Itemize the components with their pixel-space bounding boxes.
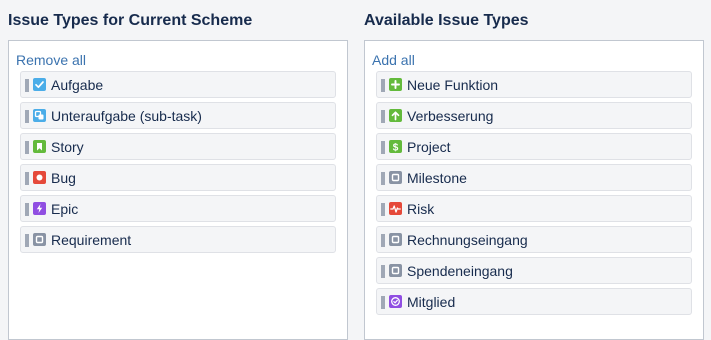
drag-handle-icon[interactable] — [25, 110, 29, 123]
available-types-list: Add all Neue Funktion Verbesserung $ Projec… — [364, 40, 704, 340]
issue-type-label: Requirement — [51, 232, 132, 248]
issue-type-item[interactable]: Spendeneingang — [376, 257, 692, 284]
issue-type-label: Rechnungseingang — [407, 232, 528, 248]
available-types-title: Available Issue Types — [364, 12, 529, 29]
improvement-arrow-up-icon — [389, 109, 402, 122]
issue-type-item[interactable]: Verbesserung — [376, 102, 692, 129]
risk-pulse-icon — [389, 202, 402, 215]
drag-handle-icon[interactable] — [381, 234, 385, 247]
current-scheme-list: Remove all Aufgabe Unteraufgabe (sub-task… — [8, 40, 348, 340]
drag-handle-icon[interactable] — [381, 79, 385, 92]
epic-lightning-icon — [33, 202, 46, 215]
generic-issue-icon — [389, 233, 402, 246]
new-feature-plus-icon — [389, 78, 402, 91]
story-bookmark-icon — [33, 140, 46, 153]
drag-handle-icon[interactable] — [25, 234, 29, 247]
issue-type-item[interactable]: Neue Funktion — [376, 71, 692, 98]
issue-type-item[interactable]: Milestone — [376, 164, 692, 191]
svg-text:$: $ — [393, 142, 399, 153]
issue-type-item[interactable]: Requirement — [20, 226, 336, 253]
issue-type-item[interactable]: Story — [20, 133, 336, 160]
current-scheme-title: Issue Types for Current Scheme — [8, 12, 253, 29]
drag-handle-icon[interactable] — [25, 172, 29, 185]
bug-icon — [33, 171, 46, 184]
issue-type-label: Unteraufgabe (sub-task) — [51, 108, 202, 124]
drag-handle-icon[interactable] — [381, 141, 385, 154]
add-all-link[interactable]: Add all — [372, 52, 415, 68]
issue-type-label: Bug — [51, 170, 76, 186]
project-dollar-icon: $ — [389, 140, 402, 153]
drag-handle-icon[interactable] — [25, 79, 29, 92]
issue-type-label: Spendeneingang — [407, 263, 513, 279]
issue-type-label: Verbesserung — [407, 108, 494, 124]
issue-type-item[interactable]: Rechnungseingang — [376, 226, 692, 253]
drag-handle-icon[interactable] — [25, 141, 29, 154]
issue-type-label: Mitglied — [407, 294, 456, 310]
issue-type-item[interactable]: Aufgabe — [20, 71, 336, 98]
drag-handle-icon[interactable] — [381, 203, 385, 216]
generic-issue-icon — [33, 233, 46, 246]
drag-handle-icon[interactable] — [381, 110, 385, 123]
issue-type-label: Neue Funktion — [407, 77, 499, 93]
issue-type-label: Story — [51, 139, 84, 155]
issue-type-label: Epic — [51, 201, 79, 217]
issue-type-label: Milestone — [407, 170, 467, 186]
issue-type-item[interactable]: $ Project — [376, 133, 692, 160]
issue-type-label: Risk — [407, 201, 435, 217]
issue-type-label: Aufgabe — [51, 77, 104, 93]
remove-all-link[interactable]: Remove all — [16, 52, 86, 68]
member-check-circle-icon — [389, 295, 402, 308]
generic-issue-icon — [389, 171, 402, 184]
task-checkbox-icon — [33, 78, 46, 91]
issue-type-item[interactable]: Bug — [20, 164, 336, 191]
generic-issue-icon — [389, 264, 402, 277]
subtask-icon — [33, 109, 46, 122]
drag-handle-icon[interactable] — [25, 203, 29, 216]
drag-handle-icon[interactable] — [381, 296, 385, 309]
issue-type-item[interactable]: Mitglied — [376, 288, 692, 315]
issue-type-label: Project — [407, 139, 451, 155]
drag-handle-icon[interactable] — [381, 172, 385, 185]
issue-type-item[interactable]: Unteraufgabe (sub-task) — [20, 102, 336, 129]
drag-handle-icon[interactable] — [381, 265, 385, 278]
issue-type-item[interactable]: Risk — [376, 195, 692, 222]
issue-type-item[interactable]: Epic — [20, 195, 336, 222]
